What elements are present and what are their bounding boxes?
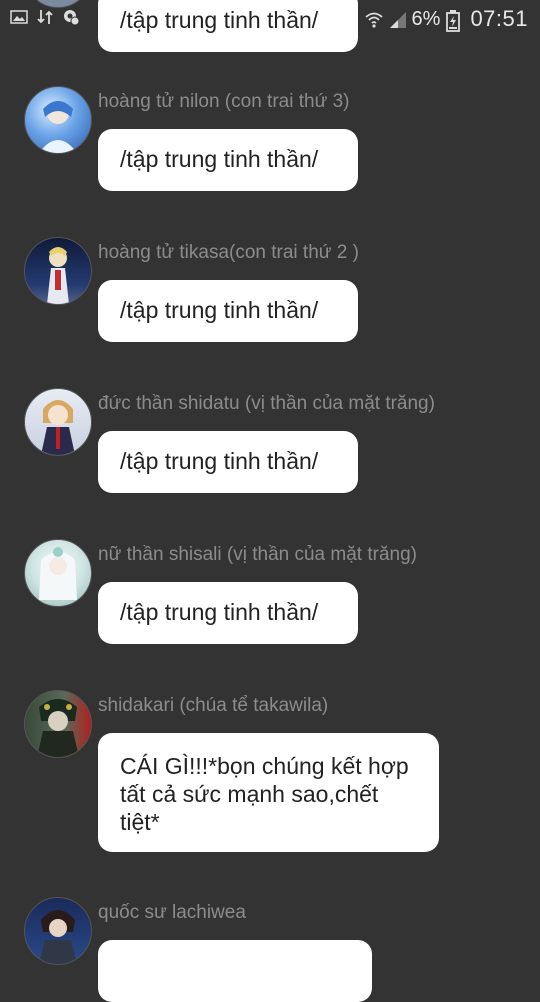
message-bubble: /tập trung tinh thần/ (98, 431, 358, 493)
avatar[interactable] (24, 86, 92, 154)
sender-name: đức thần shidatu (vị thần của mặt trăng) (98, 393, 435, 414)
wifi-icon (364, 10, 383, 28)
settings-sync-icon (62, 8, 80, 26)
avatar[interactable] (24, 539, 92, 607)
signal-icon (388, 10, 406, 28)
sender-name: shidakari (chúa tể takawila) (98, 695, 329, 716)
data-transfer-icon (36, 8, 54, 26)
sender-name: hoàng tử nilon (con trai thứ 3) (98, 91, 350, 112)
sender-name: quốc sư lachiwea (98, 902, 246, 923)
avatar[interactable] (24, 690, 92, 758)
battery-percent: 6% (411, 7, 441, 30)
message-bubble: /tập trung tinh thần/ (98, 129, 358, 191)
avatar[interactable] (24, 237, 92, 305)
notification-icons (10, 8, 80, 26)
message-bubble (98, 940, 372, 1002)
system-icons: 6% 07:51 (364, 6, 528, 32)
avatar[interactable] (24, 388, 92, 456)
message-bubble: CÁI GÌ!!!*bọn chúng kết hợp tất cả sức m… (98, 733, 439, 852)
message-bubble: /tập trung tinh thần/ (98, 582, 358, 644)
status-bar: 6% 07:51 (0, 0, 540, 38)
sender-name: hoàng tử tikasa(con trai thứ 2 ) (98, 242, 359, 263)
sender-name: nữ thần shisali (vị thần của mặt trăng) (98, 544, 417, 565)
battery-icon (446, 10, 464, 32)
clock: 07:51 (470, 6, 528, 31)
message-bubble: /tập trung tinh thần/ (98, 280, 358, 342)
avatar[interactable] (24, 897, 92, 965)
image-icon (10, 8, 28, 26)
